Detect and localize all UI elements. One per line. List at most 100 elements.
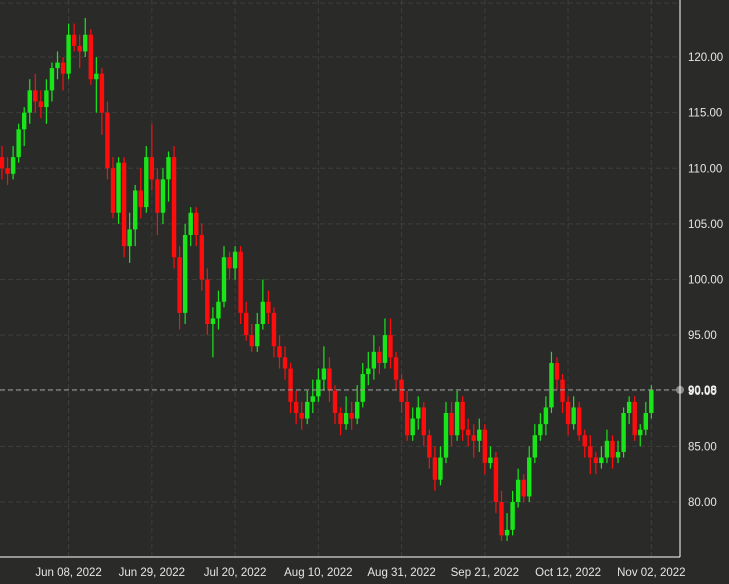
candle-body	[393, 357, 399, 380]
candle-body	[182, 235, 188, 313]
candle-body	[438, 457, 443, 480]
candle-body	[604, 440, 610, 458]
candle-body	[88, 34, 93, 80]
candle-body	[144, 157, 149, 208]
candle-body	[155, 179, 160, 213]
candle-body	[305, 401, 310, 419]
candle-body	[366, 368, 371, 375]
candle-body	[33, 90, 38, 102]
candle-body	[571, 407, 576, 425]
candle-body	[327, 368, 332, 391]
candle-body	[271, 312, 277, 347]
candle-body	[649, 389, 654, 413]
candle-body	[399, 379, 404, 402]
candle-body	[538, 424, 543, 436]
candle-body	[99, 73, 105, 113]
candle-body	[260, 301, 266, 324]
candle-body	[138, 190, 143, 208]
candle-body	[427, 435, 432, 458]
candle-body	[210, 318, 216, 324]
candle-body	[588, 446, 593, 458]
candle-body	[549, 362, 554, 408]
candle-body	[160, 179, 166, 213]
candle-body	[560, 379, 565, 402]
candle-body	[316, 379, 321, 397]
candle-body	[244, 312, 249, 336]
x-tick-label: Nov 02, 2022	[617, 567, 685, 579]
candle-body	[632, 401, 637, 436]
candle-body	[77, 45, 82, 52]
x-tick-label: Jun 08, 2022	[35, 567, 102, 579]
candle-body	[66, 34, 71, 74]
candle-body	[504, 529, 510, 536]
candle-body	[94, 73, 99, 80]
candle-body	[404, 401, 410, 436]
candle-body	[71, 34, 77, 46]
candle-body	[532, 435, 537, 458]
candle-body	[443, 413, 449, 458]
candle-body	[521, 479, 526, 497]
candle-body	[643, 413, 648, 430]
candle-body	[466, 429, 471, 436]
candle-body	[321, 368, 327, 380]
candle-body	[22, 112, 27, 130]
candle-body	[593, 457, 599, 464]
candle-body	[5, 168, 10, 174]
candle-body	[27, 90, 32, 113]
y-tick-label: 120.00	[688, 52, 723, 64]
y-tick-label: 85.00	[688, 441, 717, 453]
candle-body	[410, 418, 415, 436]
candle-body	[38, 101, 44, 108]
candle-body	[543, 407, 549, 425]
candle-body	[227, 257, 232, 269]
candle-body	[626, 401, 632, 413]
y-tick-label: 110.00	[688, 163, 722, 175]
candle-body	[343, 413, 349, 425]
candle-body	[416, 407, 421, 419]
y-tick-label: 105.00	[688, 219, 723, 231]
candle-body	[232, 251, 238, 269]
y-tick-label: 90.00	[688, 386, 717, 398]
candle-body	[216, 301, 221, 319]
x-tick-label: Jun 29, 2022	[119, 567, 186, 579]
y-tick-label: 100.00	[688, 275, 723, 287]
candle-body	[10, 157, 16, 174]
x-tick-label: Jul 20, 2022	[204, 567, 267, 579]
candle-body	[360, 374, 365, 402]
candle-body	[310, 396, 315, 402]
candle-body	[371, 351, 377, 369]
candle-body	[249, 335, 254, 347]
y-tick-label: 95.00	[688, 330, 717, 342]
candle-body	[127, 229, 132, 247]
candle-body	[638, 429, 643, 436]
candle-body	[221, 257, 227, 302]
candle-body	[133, 190, 138, 230]
candle-body	[16, 129, 21, 158]
candle-body	[421, 407, 426, 436]
candle-body	[621, 413, 626, 452]
candle-body	[293, 401, 299, 413]
candle-body	[44, 90, 49, 108]
candle-body	[277, 346, 282, 358]
candle-body	[610, 440, 615, 458]
candle-body	[266, 301, 271, 313]
candle-body	[599, 457, 604, 464]
candle-body	[149, 157, 155, 180]
candle-body	[288, 368, 293, 402]
candle-body	[510, 502, 515, 530]
candle-body	[105, 112, 110, 169]
candlestick-chart: 90.08 80.0085.0090.0095.00100.00105.0011…	[0, 0, 723, 579]
x-tick-label: Sep 21, 2022	[451, 567, 519, 579]
candle-body	[482, 429, 488, 464]
candle-body	[205, 279, 210, 324]
candle-body	[554, 362, 560, 380]
candle-body	[582, 435, 587, 447]
candle-body	[166, 157, 171, 180]
candle-body	[565, 401, 571, 425]
candle-body	[515, 479, 521, 502]
y-tick-label: 115.00	[688, 108, 722, 120]
candle-body	[615, 451, 621, 458]
candle-body	[194, 212, 199, 235]
candle-body	[338, 413, 343, 425]
candle-body	[332, 390, 338, 413]
